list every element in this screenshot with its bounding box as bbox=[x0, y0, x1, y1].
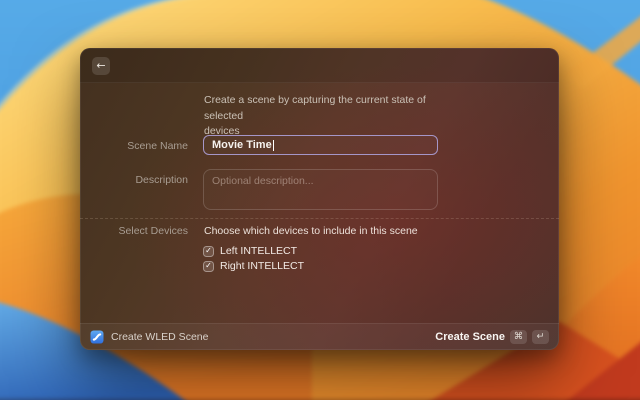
select-devices-label: Select Devices bbox=[118, 225, 188, 237]
desktop: ← Create a scene by capturing the curren… bbox=[0, 0, 640, 400]
wled-app-icon bbox=[90, 330, 104, 344]
select-devices-helper: Choose which devices to include in this … bbox=[204, 225, 418, 237]
back-arrow-icon: ← bbox=[96, 59, 106, 72]
device-checkbox-row-right[interactable]: ✓ Right INTELLECT bbox=[203, 260, 304, 272]
form-description-text: Create a scene by capturing the current … bbox=[204, 94, 426, 137]
scene-name-input[interactable]: Movie Time bbox=[203, 135, 438, 155]
device-label: Right INTELLECT bbox=[220, 260, 305, 272]
description-input[interactable] bbox=[203, 169, 438, 210]
window-footer: Create WLED Scene Create Scene ⌘ ↵ bbox=[80, 323, 559, 350]
back-button[interactable]: ← bbox=[92, 57, 110, 75]
window-header: ← bbox=[80, 48, 559, 83]
text-caret bbox=[272, 139, 274, 151]
checkbox-checked-icon: ✓ bbox=[203, 260, 214, 272]
scene-name-value: Movie Time bbox=[212, 139, 272, 151]
command-key-icon: ⌘ bbox=[510, 330, 527, 344]
create-scene-label: Create Scene bbox=[435, 331, 505, 343]
return-key-icon: ↵ bbox=[532, 330, 549, 344]
device-label: Left INTELLECT bbox=[220, 245, 298, 257]
footer-app-name: Create WLED Scene bbox=[111, 331, 209, 343]
scene-name-label: Scene Name bbox=[127, 140, 188, 152]
create-scene-button[interactable]: Create Scene ⌘ ↵ bbox=[432, 328, 552, 346]
description-label: Description bbox=[135, 174, 188, 186]
section-divider bbox=[80, 218, 559, 219]
create-wled-scene-window: ← Create a scene by capturing the curren… bbox=[80, 48, 559, 350]
device-checkbox-row-left[interactable]: ✓ Left INTELLECT bbox=[203, 245, 297, 257]
checkbox-checked-icon: ✓ bbox=[203, 245, 214, 257]
